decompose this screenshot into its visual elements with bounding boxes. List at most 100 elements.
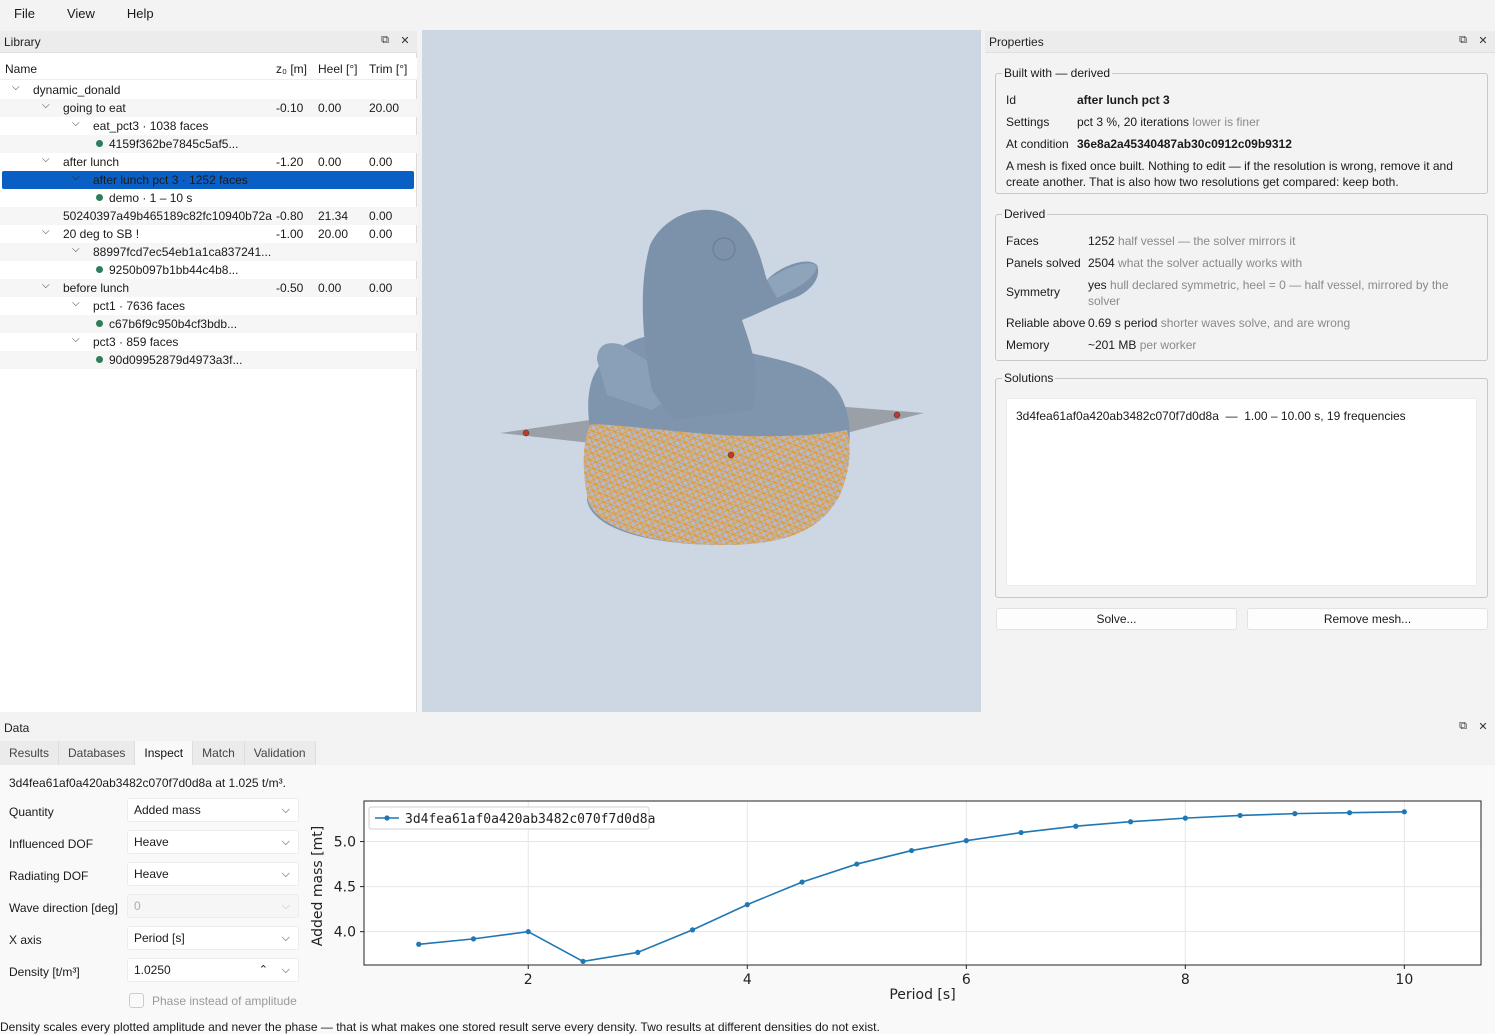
data-tabs: Results Databases Inspect Match Validati… bbox=[0, 741, 316, 765]
tab-results[interactable]: Results bbox=[0, 741, 60, 765]
tree-row[interactable]: 4159f362be7845c5af5... bbox=[0, 135, 417, 153]
condition-key: At condition bbox=[1006, 137, 1069, 151]
xaxis-label: X axis bbox=[9, 933, 42, 947]
col-heel[interactable]: Heel [°] bbox=[318, 62, 357, 76]
x-tick-label: 6 bbox=[962, 972, 971, 988]
close-icon[interactable]: ✕ bbox=[399, 34, 411, 47]
chevron-down-icon[interactable]: ⌵ bbox=[72, 172, 80, 183]
tree-row[interactable]: 9250b097b1bb44c4b8... bbox=[0, 261, 417, 279]
menu-view[interactable]: View bbox=[57, 6, 105, 21]
menu-file[interactable]: File bbox=[4, 6, 45, 21]
legend-label: 3d4fea61af0a420ab3482c070f7d0d8a bbox=[405, 812, 655, 827]
built-group: Built with — derived Id after lunch pct … bbox=[995, 66, 1488, 194]
chevron-down-icon[interactable]: ⌵ bbox=[72, 334, 80, 345]
tree-cell-z0: -1.20 bbox=[276, 155, 304, 169]
x-tick-label: 10 bbox=[1395, 972, 1413, 988]
tree-row[interactable]: ⌵ after lunch -1.20 0.00 0.00 bbox=[0, 153, 417, 171]
status-dot-icon bbox=[96, 194, 103, 201]
xaxis-select[interactable]: Period [s] ⌵ bbox=[127, 926, 299, 950]
chevron-down-icon[interactable]: ⌵ bbox=[42, 154, 50, 165]
solutions-list[interactable]: 3d4fea61af0a420ab3482c070f7d0d8a — 1.00 … bbox=[1006, 398, 1477, 586]
tree-row[interactable]: ⌵ 88997fcd7ec54eb1a1ca837241... bbox=[0, 243, 417, 261]
float-icon[interactable]: ⧉ bbox=[1457, 720, 1469, 733]
tree-cell-heel: 20.00 bbox=[318, 227, 349, 241]
tree-row[interactable]: ⌵ 20 deg to SB ! -1.00 20.00 0.00 bbox=[0, 225, 417, 243]
close-icon[interactable]: ✕ bbox=[1477, 34, 1489, 47]
data-title: Data bbox=[4, 721, 30, 735]
data-point bbox=[580, 958, 586, 964]
tree-row[interactable]: ⌵ pct3 · 859 faces bbox=[0, 333, 417, 351]
tab-match[interactable]: Match bbox=[193, 741, 245, 765]
data-title-bar: Data ⧉ ✕ bbox=[0, 717, 1495, 739]
influenced-label: Influenced DOF bbox=[9, 837, 94, 851]
chevron-down-icon[interactable]: ⌵ bbox=[72, 298, 80, 309]
data-point bbox=[744, 902, 750, 908]
chevron-down-icon: ⌵ bbox=[281, 804, 290, 816]
tree-item-label: after lunch pct 3 · 1252 faces bbox=[93, 173, 248, 187]
tree-row[interactable]: 50240397a49b465189c82fc10940b72a -0.80 21.… bbox=[0, 207, 417, 225]
radiating-dof-select[interactable]: Heave ⌵ bbox=[127, 862, 299, 886]
tree-row[interactable]: 90d09952879d4973a3f... bbox=[0, 351, 417, 369]
tree-row[interactable]: ⌵ eat_pct3 · 1038 faces bbox=[0, 117, 417, 135]
remove-mesh-button[interactable]: Remove mesh... bbox=[1247, 608, 1488, 630]
tree-cell-trim: 0.00 bbox=[369, 281, 393, 295]
solution-item[interactable]: 3d4fea61af0a420ab3482c070f7d0d8a — 1.00 … bbox=[1016, 409, 1406, 423]
data-point bbox=[799, 879, 805, 885]
data-point bbox=[963, 838, 969, 844]
chevron-down-icon[interactable]: ⌵ bbox=[72, 244, 80, 255]
phase-checkbox[interactable] bbox=[129, 993, 144, 1008]
tree-row[interactable]: ⌵ going to eat -0.10 0.00 20.00 bbox=[0, 99, 417, 117]
float-icon[interactable]: ⧉ bbox=[379, 34, 391, 47]
y-tick-label: 5.0 bbox=[334, 835, 356, 851]
col-name[interactable]: Name bbox=[5, 62, 37, 76]
data-point bbox=[908, 847, 915, 854]
tree-item-label: 4159f362be7845c5af5... bbox=[96, 137, 238, 151]
tree-row[interactable]: ⌵ dynamic_donald bbox=[0, 81, 417, 99]
built-group-title: Built with — derived bbox=[1002, 66, 1113, 80]
status-dot-icon bbox=[96, 320, 103, 327]
tree-cell-z0: -0.50 bbox=[276, 281, 304, 295]
tree-cell-z0: -0.10 bbox=[276, 101, 304, 115]
menu-help[interactable]: Help bbox=[117, 6, 164, 21]
data-point bbox=[1346, 810, 1353, 816]
chevron-down-icon: ⌵ bbox=[281, 868, 290, 880]
tab-validation[interactable]: Validation bbox=[244, 741, 316, 765]
data-point bbox=[1401, 809, 1407, 815]
marker-point bbox=[727, 451, 735, 459]
library-title: Library bbox=[4, 34, 41, 49]
quantity-label: Quantity bbox=[9, 805, 54, 819]
chevron-down-icon[interactable]: ⌵ bbox=[72, 118, 80, 129]
tab-databases[interactable]: Databases bbox=[59, 741, 136, 765]
solve-button[interactable]: Solve... bbox=[996, 608, 1237, 630]
symmetry-value: yes hull declared symmetric, heel = 0 — … bbox=[1088, 278, 1449, 292]
col-z0[interactable]: z₀ [m] bbox=[276, 62, 307, 76]
col-trim[interactable]: Trim [°] bbox=[369, 62, 407, 76]
tree-item-label: before lunch bbox=[63, 281, 130, 295]
tree-cell-heel: 0.00 bbox=[318, 155, 342, 169]
settings-key: Settings bbox=[1006, 115, 1050, 129]
chevron-down-icon[interactable]: ⌵ bbox=[282, 959, 290, 981]
tree-row[interactable]: ⌵ after lunch pct 3 · 1252 faces bbox=[2, 171, 414, 189]
3d-viewport[interactable] bbox=[422, 30, 981, 712]
wave-direction-select: 0 ⌵ bbox=[127, 894, 299, 918]
properties-title: Properties bbox=[989, 34, 1044, 49]
density-spinbox[interactable]: 1.0250 ⌃ ⌵ bbox=[127, 958, 299, 982]
tree-row[interactable]: demo · 1 – 10 s bbox=[0, 189, 417, 207]
tree-row[interactable]: ⌵ before lunch -0.50 0.00 0.00 bbox=[0, 279, 417, 297]
influenced-dof-select[interactable]: Heave ⌵ bbox=[127, 830, 299, 854]
chevron-up-icon[interactable]: ⌃ bbox=[259, 959, 268, 981]
chevron-down-icon[interactable]: ⌵ bbox=[42, 226, 50, 237]
settings-value: pct 3 %, 20 iterations lower is finer bbox=[1077, 115, 1260, 129]
tree-row[interactable]: c67b6f9c950b4cf3bdb... bbox=[0, 315, 417, 333]
chevron-down-icon[interactable]: ⌵ bbox=[42, 280, 50, 291]
data-point bbox=[689, 927, 696, 933]
float-icon[interactable]: ⧉ bbox=[1457, 34, 1469, 47]
quantity-select[interactable]: Added mass ⌵ bbox=[127, 798, 299, 822]
tab-inspect[interactable]: Inspect bbox=[135, 741, 194, 765]
tree-cell-z0: -0.80 bbox=[276, 209, 304, 223]
tree-item-label: demo · 1 – 10 s bbox=[96, 191, 192, 205]
close-icon[interactable]: ✕ bbox=[1477, 720, 1489, 733]
tree-row[interactable]: ⌵ pct1 · 7636 faces bbox=[0, 297, 417, 315]
chevron-down-icon[interactable]: ⌵ bbox=[12, 82, 20, 93]
chevron-down-icon[interactable]: ⌵ bbox=[42, 100, 50, 111]
